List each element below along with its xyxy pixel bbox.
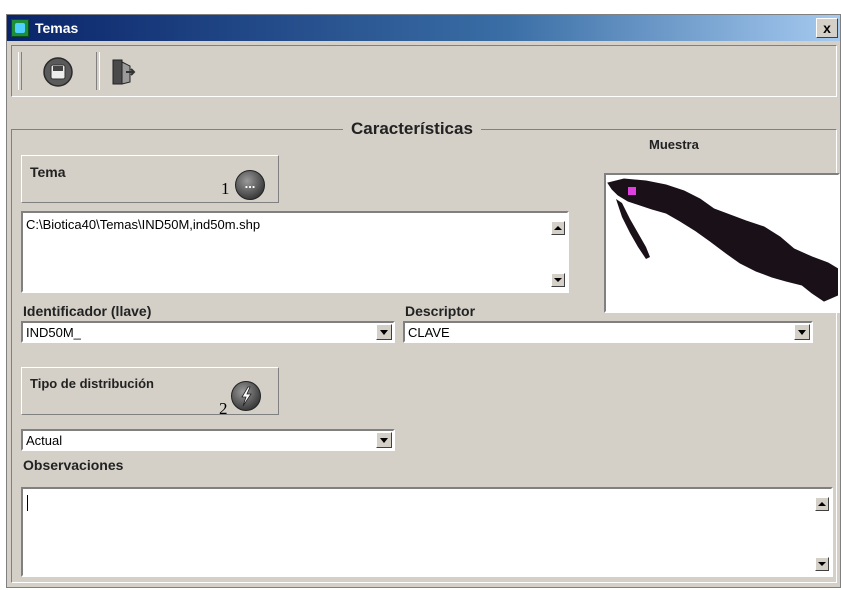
tema-path-textarea[interactable]: C:\Biotica40\Temas\IND50M,ind50m.shp [21,211,569,293]
descriptor-value: CLAVE [408,325,450,340]
highlight-region [628,187,636,195]
title-bar[interactable]: Temas x [7,15,840,41]
chevron-down-icon[interactable] [376,324,392,340]
baja-california-shape [616,199,650,259]
text-cursor [27,495,28,511]
muestra-label: Muestra [649,137,699,152]
toolbar-grip [18,52,22,90]
scroll-up-arrow[interactable] [815,497,829,511]
step-number-1: 1 [221,179,230,198]
close-button[interactable]: x [816,18,838,38]
descriptor-label: Descriptor [405,303,476,319]
step-number-2: 2 [219,399,228,418]
temas-window: Temas x Características Tema 1 ... C:\Bi… [6,14,841,588]
descriptor-select[interactable]: CLAVE [403,321,813,343]
app-icon [11,19,29,37]
identificador-select[interactable]: IND50M_ [21,321,395,343]
save-disk-icon[interactable] [42,56,74,88]
distribucion-label: Tipo de distribución [30,376,154,391]
identificador-value: IND50M_ [26,325,81,340]
toolbar-separator [96,52,100,90]
browse-button[interactable]: ... [235,170,265,200]
chevron-down-icon[interactable] [376,432,392,448]
observaciones-textarea[interactable] [21,487,833,577]
lightning-icon[interactable] [231,381,261,411]
mexico-map-shape [607,178,838,302]
scroll-down-arrow[interactable] [551,273,565,287]
exit-door-icon[interactable] [106,56,138,88]
toolbar [11,45,837,97]
caracteristicas-title: Características [343,119,481,139]
muestra-map-preview [604,173,840,313]
chevron-down-icon[interactable] [794,324,810,340]
scroll-down-arrow[interactable] [815,557,829,571]
window-title: Temas [35,20,79,36]
distribucion-value: Actual [26,433,63,448]
distribucion-select[interactable]: Actual [21,429,395,451]
scroll-up-arrow[interactable] [551,221,565,235]
observaciones-label: Observaciones [23,457,124,473]
identificador-label: Identificador (llave) [23,303,152,319]
tema-path-value: C:\Biotica40\Temas\IND50M,ind50m.shp [26,217,261,232]
tema-label: Tema [30,164,66,180]
